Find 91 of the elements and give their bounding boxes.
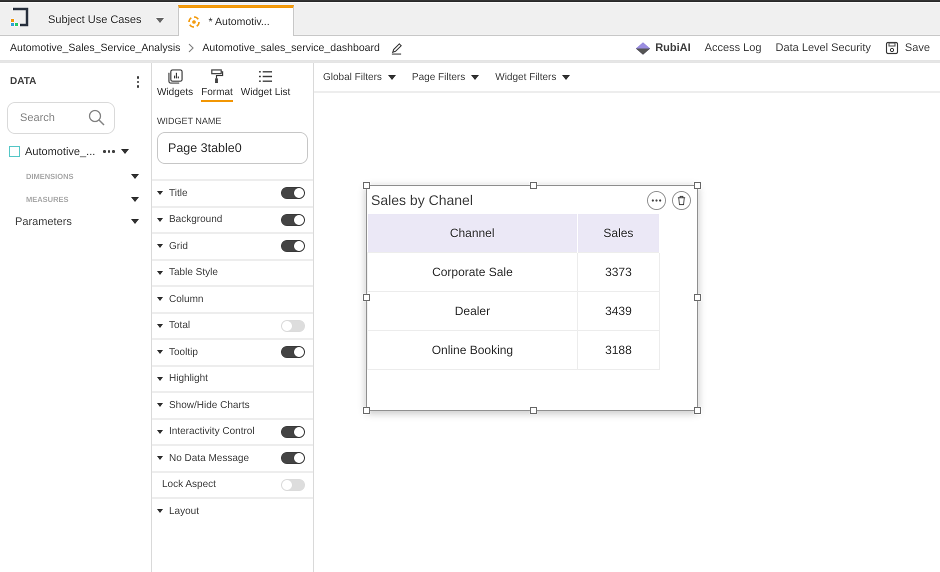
rubiai-button[interactable]: RubiAI bbox=[634, 40, 691, 56]
search-field[interactable]: Search bbox=[7, 102, 115, 134]
caret-icon[interactable] bbox=[157, 509, 163, 514]
table-cell: 3439 bbox=[577, 292, 660, 330]
search-icon[interactable] bbox=[88, 108, 106, 126]
format-section-label[interactable]: Highlight bbox=[169, 373, 305, 384]
dashboard-tab[interactable]: * Automotiv... bbox=[178, 5, 294, 36]
more-icon[interactable] bbox=[136, 76, 139, 88]
format-section-label[interactable]: Total bbox=[169, 320, 281, 332]
panel-tab[interactable]: Widget List bbox=[240, 69, 290, 102]
filter-dropdown[interactable]: Widget Filters bbox=[495, 72, 570, 82]
resize-handle[interactable] bbox=[363, 407, 370, 414]
app-logo-icon[interactable] bbox=[8, 6, 30, 28]
toggle-switch[interactable] bbox=[281, 187, 305, 200]
caret-icon[interactable] bbox=[157, 270, 163, 275]
resize-handle[interactable] bbox=[694, 407, 701, 414]
table-icon bbox=[9, 146, 20, 157]
parameters-label[interactable]: Parameters bbox=[15, 216, 72, 228]
format-section-label[interactable]: Title bbox=[169, 188, 281, 199]
column-header: Sales bbox=[577, 214, 660, 252]
edit-icon[interactable] bbox=[390, 42, 403, 54]
format-section-label[interactable]: No Data Message bbox=[169, 452, 281, 464]
caret-icon[interactable] bbox=[157, 430, 163, 434]
caret-icon[interactable] bbox=[131, 174, 139, 178]
caret-icon[interactable] bbox=[157, 456, 163, 460]
table-widget[interactable]: Sales by Chanel Channel Sales Corporate Sale 3373 Dealer 3439 Online Booking 3188 bbox=[366, 185, 698, 411]
header-link[interactable]: Data Level Security bbox=[776, 42, 871, 54]
panel-tab[interactable]: Widgets bbox=[157, 69, 194, 102]
format-section-label[interactable]: Table Style bbox=[169, 267, 305, 278]
caret-icon[interactable] bbox=[157, 403, 163, 408]
column-header: Channel bbox=[368, 214, 578, 252]
panel-title: DATA bbox=[10, 76, 36, 88]
format-section-label[interactable]: Lock Aspect bbox=[157, 479, 281, 490]
toggle-switch[interactable] bbox=[281, 426, 305, 438]
breadcrumb-current: Automotive_sales_service_dashboard bbox=[202, 42, 380, 54]
breadcrumb-link[interactable]: Automotive_Sales_Service_Analysis bbox=[10, 42, 180, 54]
diamond-logo-icon bbox=[634, 40, 652, 56]
resize-handle[interactable] bbox=[694, 182, 701, 189]
toggle-switch[interactable] bbox=[281, 478, 305, 491]
panel-tab[interactable]: Format bbox=[201, 69, 233, 102]
format-section-label[interactable]: Layout bbox=[169, 506, 305, 517]
resize-handle[interactable] bbox=[530, 182, 537, 189]
field-label: WIDGET NAME bbox=[157, 116, 222, 126]
caret-icon[interactable] bbox=[120, 149, 129, 154]
format-section-label[interactable]: Column bbox=[169, 294, 305, 305]
toggle-switch[interactable] bbox=[281, 214, 305, 226]
widget-title: Sales by Chanel bbox=[371, 192, 474, 208]
caret-icon[interactable] bbox=[157, 297, 163, 302]
caret-icon[interactable] bbox=[157, 244, 163, 248]
delete-icon[interactable] bbox=[672, 190, 691, 210]
table-cell: Dealer bbox=[368, 292, 578, 330]
format-section-label[interactable]: Grid bbox=[169, 240, 281, 252]
table-cell: 3373 bbox=[577, 252, 660, 292]
caret-icon[interactable] bbox=[157, 376, 163, 381]
paint-roller-icon bbox=[209, 69, 224, 84]
format-section-label[interactable]: Background bbox=[169, 214, 281, 226]
save-button[interactable]: Save bbox=[884, 41, 930, 55]
resize-handle[interactable] bbox=[530, 407, 537, 414]
format-section-label[interactable]: Tooltip bbox=[169, 346, 281, 358]
subject-tab[interactable]: Subject Use Cases bbox=[40, 5, 172, 35]
widget-name-field[interactable]: Page 3table0 bbox=[157, 132, 308, 164]
caret-icon bbox=[156, 18, 164, 22]
caret-icon[interactable] bbox=[157, 218, 163, 222]
header-link[interactable]: Access Log bbox=[704, 42, 762, 54]
list-icon bbox=[258, 69, 274, 84]
table-cell: Corporate Sale bbox=[368, 252, 578, 292]
caret-icon[interactable] bbox=[157, 350, 163, 354]
caret-icon[interactable] bbox=[131, 219, 139, 224]
format-section-label[interactable]: Interactivity Control bbox=[169, 426, 281, 438]
more-icon[interactable] bbox=[647, 190, 666, 210]
resize-handle[interactable] bbox=[363, 182, 370, 189]
save-icon bbox=[884, 41, 899, 55]
toggle-switch[interactable] bbox=[281, 452, 305, 464]
toggle-switch[interactable] bbox=[281, 320, 305, 332]
caret-icon[interactable] bbox=[157, 191, 163, 196]
caret-icon[interactable] bbox=[131, 196, 139, 202]
table-cell: Online Booking bbox=[368, 330, 578, 370]
table-cell: 3188 bbox=[577, 330, 660, 370]
more-icon[interactable] bbox=[103, 150, 115, 153]
chart-icon bbox=[168, 69, 183, 84]
resize-handle[interactable] bbox=[363, 294, 370, 301]
filter-dropdown[interactable]: Global Filters bbox=[323, 72, 396, 82]
chevron-icon bbox=[188, 43, 194, 53]
toggle-switch[interactable] bbox=[281, 346, 305, 358]
toggle-switch[interactable] bbox=[281, 240, 305, 252]
caret-icon[interactable] bbox=[157, 324, 163, 328]
dashboard-icon bbox=[186, 15, 201, 29]
data-source[interactable]: Automotive_... bbox=[25, 146, 96, 158]
format-section-label[interactable]: Show/Hide Charts bbox=[169, 400, 305, 411]
filter-dropdown[interactable]: Page Filters bbox=[412, 72, 480, 82]
resize-handle[interactable] bbox=[694, 294, 701, 301]
